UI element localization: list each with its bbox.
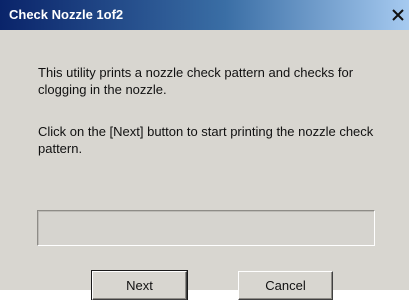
dialog-body: This utility prints a nozzle check patte… [0, 30, 409, 300]
close-icon [392, 9, 404, 21]
progress-bar [37, 210, 375, 246]
cancel-button[interactable]: Cancel [238, 271, 333, 300]
close-button[interactable] [389, 6, 407, 24]
description-text: This utility prints a nozzle check patte… [38, 65, 354, 97]
instruction-text: Click on the [Next] button to start prin… [38, 124, 374, 156]
next-button[interactable]: Next [91, 270, 188, 300]
check-nozzle-dialog: Check Nozzle 1of2 This utility prints a … [0, 0, 409, 300]
title-bar[interactable]: Check Nozzle 1of2 [0, 0, 409, 30]
dialog-title: Check Nozzle 1of2 [9, 7, 124, 22]
